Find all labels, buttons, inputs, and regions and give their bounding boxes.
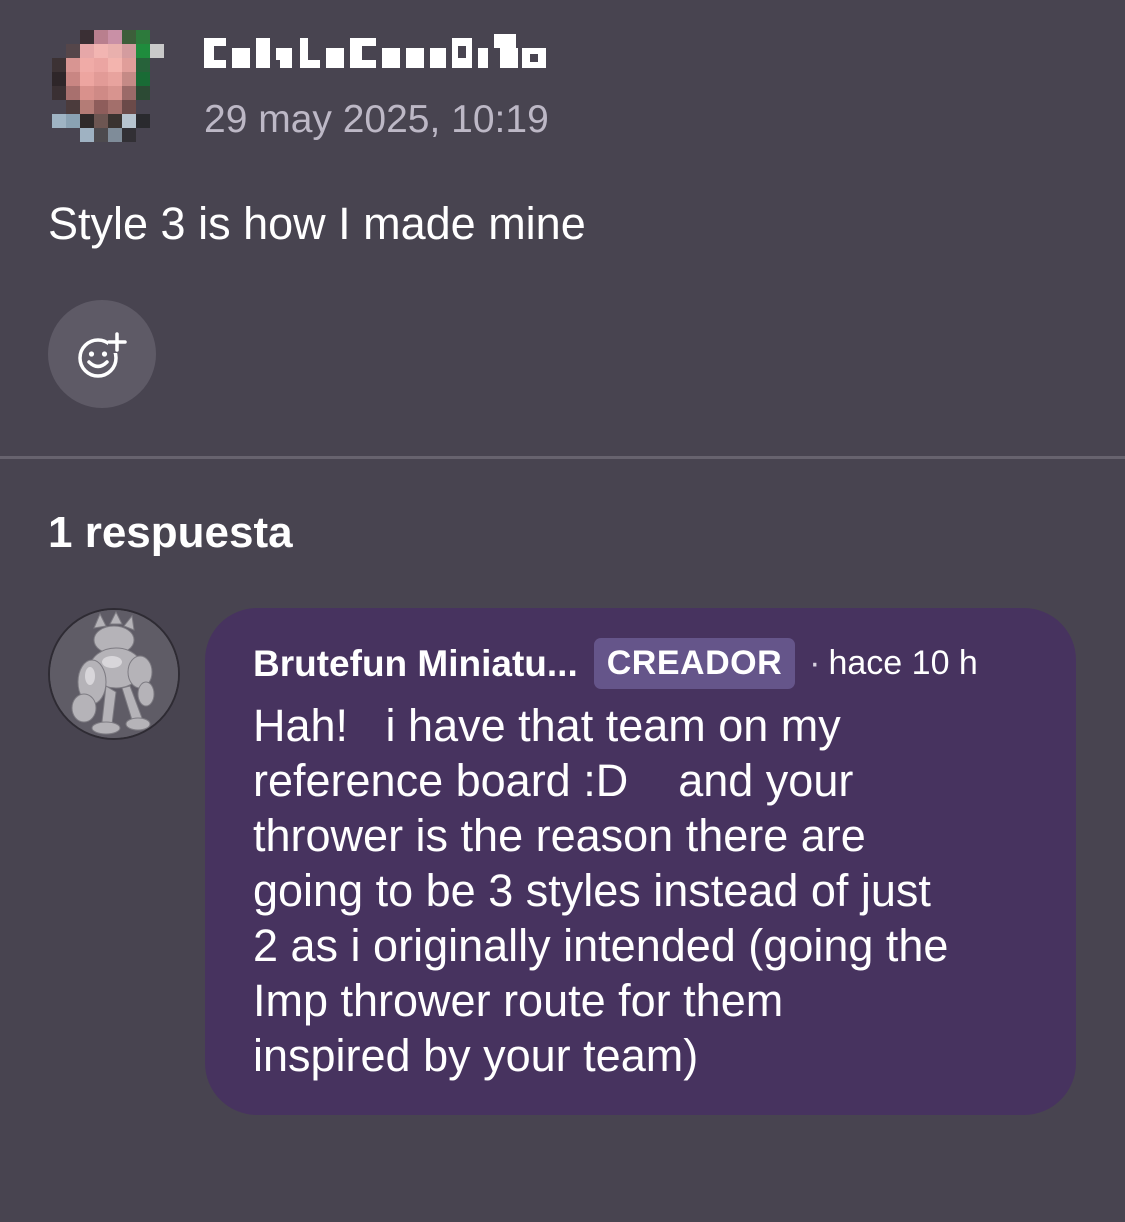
comment-text: Style 3 is how I made mine — [48, 198, 586, 249]
reply-text-line: inspired by your team) — [253, 1030, 699, 1081]
reply-text-line: thrower is the reason there are — [253, 810, 866, 861]
reply-author-avatar[interactable] — [48, 608, 180, 740]
separator-dot: · — [809, 644, 821, 682]
reply-header: Brutefun Miniatu... CREADOR · hace 10 h — [253, 638, 978, 689]
reply-text-line: going to be 3 styles instead of just — [253, 865, 931, 916]
reply-text-line: Imp thrower route for them — [253, 975, 784, 1026]
pixelated-avatar-image — [52, 30, 164, 142]
reply-timestamp: hace 10 h — [828, 644, 978, 682]
reply-text-line: Hah! i have that team on my — [253, 700, 841, 751]
comment-thread: 29 may 2025, 10:19 Style 3 is how I made… — [0, 0, 1125, 1222]
creator-badge: CREADOR — [593, 638, 796, 689]
pixelated-username-image — [204, 34, 546, 68]
reply-author-name[interactable]: Brutefun Miniatu... — [253, 643, 578, 685]
miniature-figure-avatar-image — [50, 610, 178, 738]
section-divider — [0, 456, 1125, 459]
reply-text-line: 2 as i originally intended (going the — [253, 920, 949, 971]
smiley-plus-icon — [78, 332, 127, 378]
replies-count-heading: 1 respuesta — [48, 508, 293, 557]
add-reaction-button[interactable] — [48, 300, 156, 408]
username-pixelated[interactable] — [204, 30, 556, 78]
reply-text: Hah! i have that team on my reference bo… — [253, 698, 1043, 1083]
reply-bubble: Brutefun Miniatu... CREADOR · hace 10 h … — [205, 608, 1076, 1115]
reply-text-line: reference board :D and your — [253, 755, 854, 806]
user-avatar-pixelated[interactable] — [52, 30, 164, 142]
comment-timestamp: 29 may 2025, 10:19 — [204, 98, 549, 141]
